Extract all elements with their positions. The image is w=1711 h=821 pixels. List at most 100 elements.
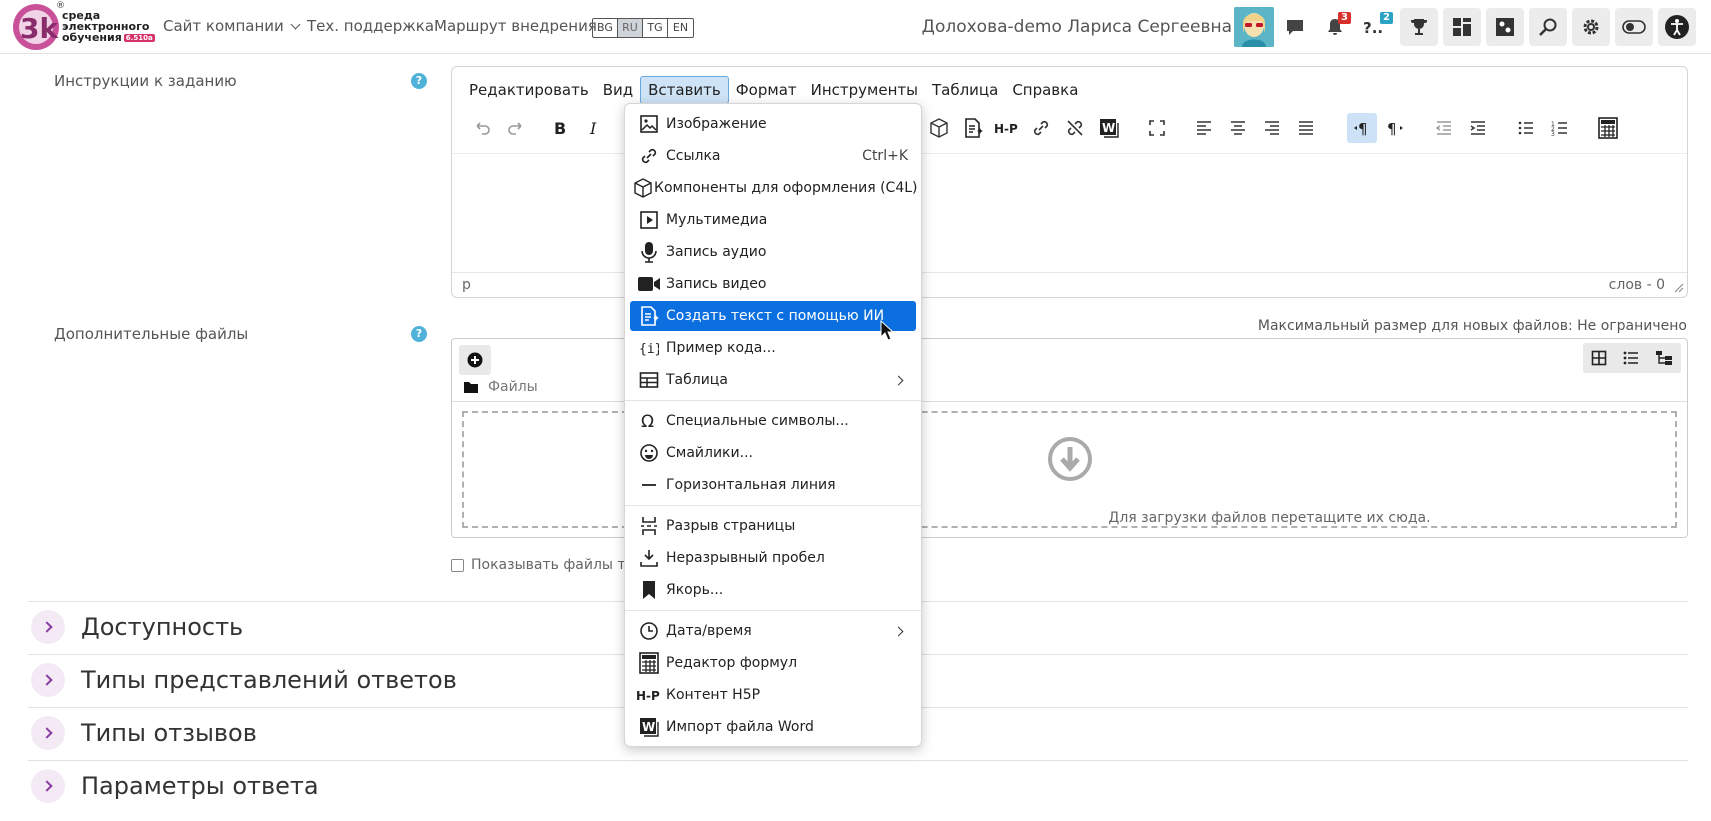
section-title[interactable]: Типы отзывов bbox=[81, 719, 257, 747]
lang-bg[interactable]: BG bbox=[593, 19, 618, 37]
people-board-icon[interactable] bbox=[1486, 8, 1524, 46]
logo-icon[interactable]: 3k bbox=[12, 3, 60, 51]
bullet-list-icon[interactable] bbox=[1511, 113, 1541, 143]
list-view-icon[interactable] bbox=[1623, 350, 1639, 366]
menu-item-emoticons[interactable]: Смайлики... bbox=[630, 438, 916, 468]
user-name[interactable]: Долохова-demo Лариса Сергеевна bbox=[922, 17, 1232, 37]
menu-item-anchor[interactable]: Якорь... bbox=[630, 575, 916, 605]
rtl-direction-icon[interactable]: ¶ bbox=[1381, 113, 1411, 143]
menu-view[interactable]: Вид bbox=[596, 76, 640, 104]
help-icon[interactable]: ? bbox=[411, 326, 427, 342]
formula-calculator-icon[interactable] bbox=[1593, 113, 1623, 143]
menu-item-record-video[interactable]: Запись видео bbox=[630, 269, 916, 299]
add-file-button[interactable] bbox=[459, 345, 491, 375]
roadmap-link[interactable]: Маршрут внедрения bbox=[434, 17, 597, 35]
menu-help[interactable]: Справка bbox=[1005, 76, 1085, 104]
menu-item-special-chars[interactable]: Ω Специальные символы... bbox=[630, 406, 916, 436]
outdent-icon[interactable] bbox=[1429, 113, 1459, 143]
bold-icon[interactable]: B bbox=[545, 113, 575, 143]
ltr-direction-icon[interactable]: ¶ bbox=[1347, 113, 1377, 143]
menu-item-label: Неразрывный пробел bbox=[666, 550, 825, 566]
show-files-label: Показывать файлы тол bbox=[471, 557, 644, 573]
undo-icon[interactable] bbox=[467, 113, 497, 143]
menu-item-table[interactable]: Таблица bbox=[630, 365, 916, 395]
align-center-icon[interactable] bbox=[1223, 113, 1253, 143]
menu-insert[interactable]: Вставить bbox=[640, 76, 729, 104]
menu-item-h5p[interactable]: H-P Контент H5P bbox=[630, 680, 916, 710]
menu-item-link[interactable]: Ссылка Ctrl+K bbox=[630, 141, 916, 171]
menu-item-code-sample[interactable]: {i} Пример кода... bbox=[630, 333, 916, 363]
max-size-note: Максимальный размер для новых файлов: Не… bbox=[1257, 318, 1687, 334]
align-right-icon[interactable] bbox=[1257, 113, 1287, 143]
help-icon[interactable]: ? bbox=[411, 73, 427, 89]
version-badge: 6.510a bbox=[123, 34, 155, 42]
menu-item-ai-text[interactable]: Создать текст с помощью ИИ bbox=[630, 301, 916, 331]
c4l-cube-icon[interactable] bbox=[924, 113, 954, 143]
chevron-down-icon bbox=[290, 19, 301, 30]
numbered-list-icon[interactable]: 123 bbox=[1545, 113, 1575, 143]
notifications-icon[interactable]: 3 bbox=[1316, 8, 1354, 46]
menu-item-image[interactable]: Изображение bbox=[630, 109, 916, 139]
menu-item-label: Пример кода... bbox=[666, 340, 776, 356]
align-left-icon[interactable] bbox=[1189, 113, 1219, 143]
menu-table[interactable]: Таблица bbox=[925, 76, 1005, 104]
folder-icon bbox=[464, 382, 478, 393]
resize-handle-icon[interactable] bbox=[1674, 283, 1684, 293]
tree-view-icon[interactable] bbox=[1655, 350, 1673, 366]
unlink-icon[interactable] bbox=[1060, 113, 1090, 143]
expand-toggle[interactable] bbox=[31, 769, 65, 803]
hr-line-icon bbox=[632, 475, 666, 495]
menu-item-multimedia[interactable]: Мультимедиа bbox=[630, 205, 916, 235]
menu-item-nbsp[interactable]: Неразрывный пробел bbox=[630, 543, 916, 573]
menu-item-page-break[interactable]: Разрыв страницы bbox=[630, 511, 916, 541]
grid-view-icon[interactable] bbox=[1591, 350, 1607, 366]
indent-icon[interactable] bbox=[1463, 113, 1493, 143]
h5p-icon[interactable]: H-P bbox=[992, 113, 1022, 143]
redo-icon[interactable] bbox=[501, 113, 531, 143]
show-files-checkbox[interactable] bbox=[451, 559, 464, 572]
menu-item-word-import[interactable]: W Импорт файла Word bbox=[630, 712, 916, 742]
theme-toggle-icon[interactable] bbox=[1615, 8, 1653, 46]
menu-tools[interactable]: Инструменты bbox=[804, 76, 925, 104]
gear-icon[interactable] bbox=[1572, 8, 1610, 46]
expand-toggle[interactable] bbox=[31, 716, 65, 750]
search-icon[interactable] bbox=[1529, 8, 1567, 46]
lang-tg[interactable]: TG bbox=[643, 19, 668, 37]
expand-toggle[interactable] bbox=[31, 663, 65, 697]
svg-text:3: 3 bbox=[1551, 131, 1555, 137]
support-link[interactable]: Тех. поддержка bbox=[307, 17, 434, 35]
breadcrumb-files[interactable]: Файлы bbox=[488, 379, 538, 395]
accessibility-icon[interactable] bbox=[1658, 8, 1696, 46]
menu-item-record-audio[interactable]: Запись аудио bbox=[630, 237, 916, 267]
menu-item-horizontal-line[interactable]: Горизонтальная линия bbox=[630, 470, 916, 500]
menu-item-formula-editor[interactable]: Редактор формул bbox=[630, 648, 916, 678]
expand-toggle[interactable] bbox=[31, 610, 65, 644]
word-import-icon[interactable]: W bbox=[1094, 113, 1124, 143]
menu-item-datetime[interactable]: Дата/время bbox=[630, 616, 916, 646]
lang-ru[interactable]: RU bbox=[618, 19, 643, 37]
element-path[interactable]: p bbox=[462, 277, 471, 293]
ai-document-icon[interactable] bbox=[958, 113, 988, 143]
word-count[interactable]: слов - 0 bbox=[1609, 277, 1665, 293]
lang-en[interactable]: EN bbox=[668, 19, 693, 37]
italic-icon[interactable]: I bbox=[579, 113, 609, 143]
menu-format[interactable]: Формат bbox=[729, 76, 804, 104]
section-title[interactable]: Параметры ответа bbox=[81, 772, 319, 800]
svg-text:H-P: H-P bbox=[636, 689, 660, 702]
section-title[interactable]: Доступность bbox=[81, 613, 243, 641]
align-justify-icon[interactable] bbox=[1291, 113, 1321, 143]
questions-icon[interactable]: ?.. 2 bbox=[1356, 8, 1394, 46]
dashboard-icon[interactable] bbox=[1443, 8, 1481, 46]
link-icon[interactable] bbox=[1026, 113, 1056, 143]
menu-item-label: Таблица bbox=[666, 372, 728, 388]
chevron-right-icon bbox=[893, 375, 904, 385]
menu-item-c4l[interactable]: Компоненты для оформления (C4L) bbox=[630, 173, 918, 203]
fullscreen-icon[interactable] bbox=[1142, 113, 1172, 143]
messages-icon[interactable] bbox=[1276, 8, 1314, 46]
section-submission-settings[interactable]: Параметры ответа bbox=[28, 760, 1688, 812]
section-title[interactable]: Типы представлений ответов bbox=[81, 666, 457, 694]
company-site-dropdown[interactable]: Сайт компании bbox=[163, 17, 301, 35]
trophy-icon[interactable] bbox=[1400, 8, 1438, 46]
avatar[interactable] bbox=[1234, 7, 1274, 47]
menu-edit[interactable]: Редактировать bbox=[462, 76, 596, 104]
